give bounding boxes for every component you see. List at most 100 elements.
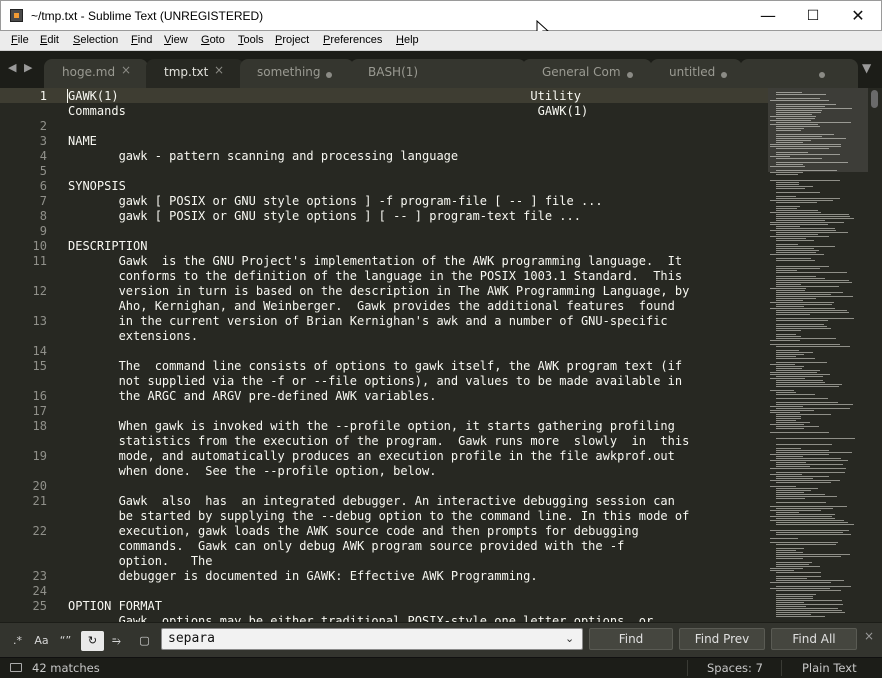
status-bar: 42 matches Spaces: 7 Plain Text xyxy=(0,657,882,678)
minimap-line xyxy=(770,200,833,201)
minimap-line xyxy=(776,234,818,235)
tab-hoge-md[interactable]: hoge.md × xyxy=(44,59,148,88)
minimap-line xyxy=(776,554,850,555)
minimap[interactable] xyxy=(768,88,868,622)
scrollbar-thumb[interactable] xyxy=(871,90,878,108)
tab-general-com[interactable]: General Com xyxy=(522,59,652,88)
minimap-line xyxy=(776,558,803,559)
maximize-button[interactable]: ☐ xyxy=(790,1,836,31)
unsaved-dot-icon[interactable] xyxy=(627,72,633,78)
close-window-button[interactable]: ✕ xyxy=(835,1,881,31)
code-line: When gawk is invoked with the --profile … xyxy=(68,419,675,433)
find-query-text: separa xyxy=(168,631,215,646)
find-all-button[interactable]: Find All xyxy=(771,628,857,650)
minimap-line xyxy=(770,230,836,231)
code-line: SYNOPSIS xyxy=(68,179,126,193)
menu-project[interactable]: Project xyxy=(275,34,309,46)
minimap-line xyxy=(776,422,810,423)
editor-view[interactable]: 1 2 3 4 5 6 7 8 9 10 11 12 13 14 15 16 17 18 19 20 21 22 23 24 2… xyxy=(0,88,768,622)
find-button[interactable]: Find xyxy=(589,628,673,650)
minimap-line xyxy=(776,324,824,325)
line-number: 16 xyxy=(32,389,47,403)
line-number: 2 xyxy=(39,119,47,133)
menu-help[interactable]: Help xyxy=(396,34,419,46)
minimap-line xyxy=(770,454,829,455)
minimap-line xyxy=(776,522,848,523)
minimap-line xyxy=(770,378,805,379)
minimap-line xyxy=(776,404,853,405)
menu-preferences[interactable]: Preferences xyxy=(323,34,382,46)
unsaved-dot-icon[interactable] xyxy=(326,72,332,78)
menu-edit[interactable]: Edit xyxy=(40,34,59,46)
minimap-line xyxy=(776,438,855,439)
minimap-line xyxy=(776,420,796,421)
menu-goto[interactable]: Goto xyxy=(201,34,225,46)
whole-word-toggle[interactable]: “” xyxy=(54,631,77,651)
minimap-line xyxy=(770,372,817,373)
code-line: Gawk is the GNU Project's implementation… xyxy=(68,254,683,268)
code-line: be started by supplying the --debug opti… xyxy=(68,509,690,523)
minimap-line xyxy=(776,450,829,451)
minimap-line xyxy=(776,196,796,197)
minimap-line xyxy=(776,292,843,293)
minimap-line xyxy=(776,496,837,497)
tab-close-icon[interactable]: × xyxy=(214,63,224,77)
tab-unnamed[interactable] xyxy=(740,59,858,88)
highlight-matches-toggle-icon[interactable]: ▢ xyxy=(133,631,156,651)
minimap-line xyxy=(770,222,844,223)
menu-selection[interactable]: Selection xyxy=(73,34,118,46)
tab-something[interactable]: something xyxy=(240,59,354,88)
menu-bar: File Edit Selection Find View Goto Tools… xyxy=(0,31,882,51)
chevron-down-icon[interactable]: ⌄ xyxy=(565,632,574,645)
code-line: gawk - pattern scanning and processing l… xyxy=(68,149,459,163)
menu-find[interactable]: Find xyxy=(131,34,152,46)
in-selection-toggle-icon[interactable]: ⥱ xyxy=(105,631,128,651)
tab-bar: ◀ ▶ hoge.md × tmp.txt × something BASH(1… xyxy=(0,51,882,88)
minimap-line xyxy=(770,180,840,181)
tab-overflow-icon[interactable]: ▼ xyxy=(862,61,871,75)
case-sensitive-toggle[interactable]: Aa xyxy=(30,631,53,651)
minimap-line xyxy=(776,232,848,233)
line-number: 23 xyxy=(32,569,47,583)
menu-view[interactable]: View xyxy=(164,34,188,46)
menu-file[interactable]: File xyxy=(11,34,29,46)
find-input[interactable]: separa ⌄ xyxy=(161,628,583,650)
indentation-setting[interactable]: Spaces: 7 xyxy=(707,661,763,675)
minimap-line xyxy=(776,330,801,331)
tab-next-icon[interactable]: ▶ xyxy=(24,61,32,74)
syntax-setting[interactable]: Plain Text xyxy=(802,661,857,675)
unsaved-dot-icon[interactable] xyxy=(721,72,727,78)
minimap-line xyxy=(776,352,813,353)
line-number: 14 xyxy=(32,344,47,358)
tab-close-icon[interactable]: × xyxy=(121,63,131,77)
minimap-line xyxy=(776,614,811,615)
minimap-line xyxy=(776,248,814,249)
unsaved-dot-icon[interactable] xyxy=(819,72,825,78)
close-find-icon[interactable]: × xyxy=(864,629,874,643)
regex-toggle[interactable]: .* xyxy=(6,631,29,651)
code-line: The command line consists of options to … xyxy=(68,359,683,373)
minimap-line xyxy=(776,252,816,253)
tab-prev-icon[interactable]: ◀ xyxy=(8,61,16,74)
vertical-scrollbar[interactable] xyxy=(868,88,882,622)
wrap-toggle-icon[interactable]: ↻ xyxy=(81,631,104,651)
tab-bash[interactable]: BASH(1) xyxy=(350,59,526,88)
minimap-line xyxy=(776,338,836,339)
panel-toggle-icon[interactable] xyxy=(10,663,22,672)
minimap-line xyxy=(776,192,820,193)
tab-label: General Com xyxy=(542,65,621,79)
code-line: in the current version of Brian Kernigha… xyxy=(68,314,668,328)
find-prev-button[interactable]: Find Prev xyxy=(679,628,765,650)
tab-tmp-txt[interactable]: tmp.txt × xyxy=(146,59,244,88)
minimap-viewport[interactable] xyxy=(768,88,868,172)
minimap-line xyxy=(776,418,801,419)
code-line: statistics from the execution of the pro… xyxy=(68,434,690,448)
minimize-button[interactable]: — xyxy=(745,1,791,31)
tab-label: BASH(1) xyxy=(368,65,419,79)
menu-tools[interactable]: Tools xyxy=(238,34,264,46)
tab-untitled[interactable]: untitled xyxy=(650,59,742,88)
minimap-line xyxy=(776,464,843,465)
minimap-line xyxy=(776,518,835,519)
sublime-app-icon xyxy=(10,9,23,22)
tab-label: tmp.txt xyxy=(164,65,209,79)
